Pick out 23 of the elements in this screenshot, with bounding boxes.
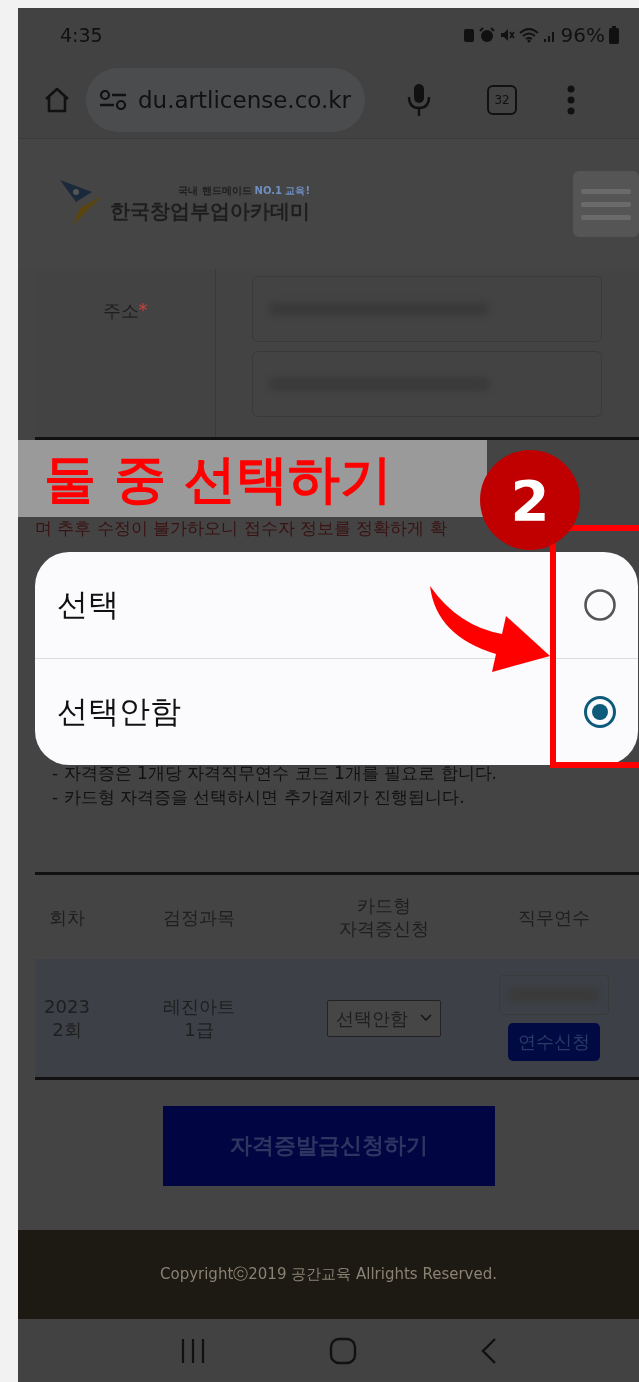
annotation-title: 둘 중 선택하기	[44, 452, 393, 505]
mute-icon	[498, 27, 515, 43]
step-badge: 2	[480, 450, 580, 550]
copyright-text: Copyrightⓒ2019 공간교육 Allrights Reserved.	[160, 1265, 497, 1284]
choice-option[interactable]: 선택	[35, 552, 638, 658]
site-settings-icon	[98, 90, 128, 110]
radio-icon[interactable]	[583, 588, 617, 622]
microphone-icon[interactable]	[407, 83, 432, 117]
battery-saver-icon	[462, 27, 475, 43]
chevron-down-icon	[420, 1014, 432, 1022]
battery-icon	[609, 26, 619, 44]
alarm-icon	[478, 27, 495, 43]
radio-selected-icon[interactable]	[583, 695, 617, 729]
home-button-icon[interactable]	[328, 1336, 357, 1365]
address-bar[interactable]: du.artlicense.co.kr	[86, 68, 366, 132]
back-icon[interactable]	[479, 1336, 498, 1365]
menu-icon[interactable]	[573, 171, 639, 237]
recent-apps-icon[interactable]	[179, 1336, 206, 1365]
wifi-icon	[518, 27, 539, 43]
url-text: du.artlicense.co.kr	[138, 87, 352, 113]
more-options-icon[interactable]	[567, 85, 576, 115]
required-mark: *	[138, 299, 148, 322]
tagline-highlight: NO.1 교육!	[254, 183, 310, 198]
